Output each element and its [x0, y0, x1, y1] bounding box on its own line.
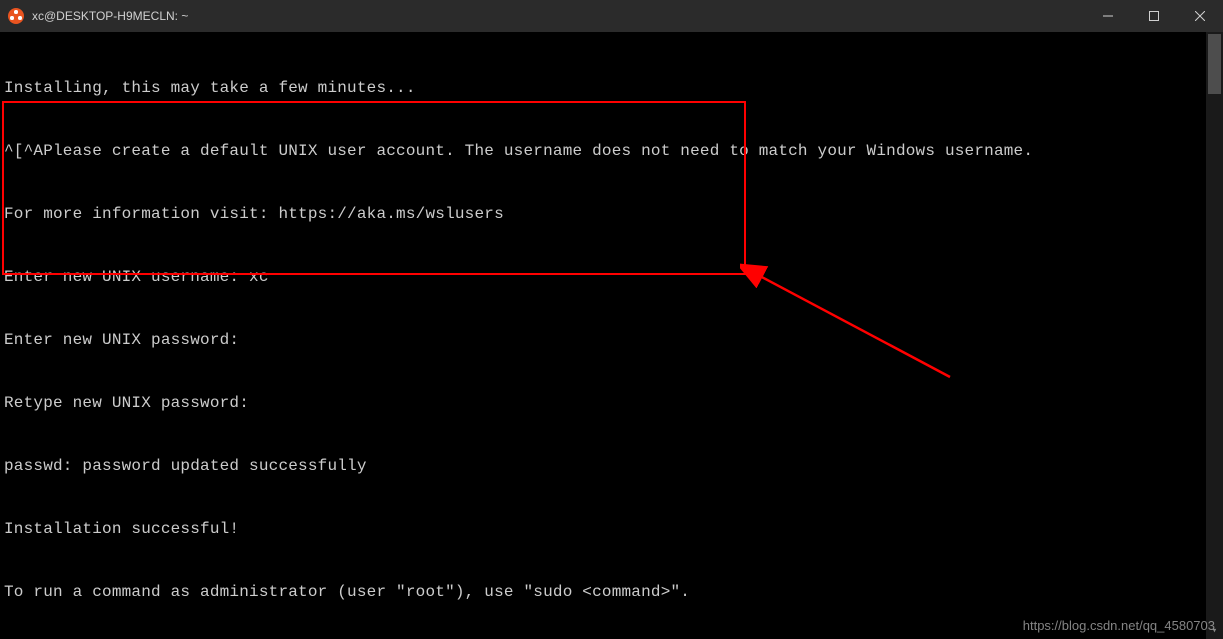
scrollbar-vertical[interactable]: ▾ — [1206, 32, 1223, 639]
window-controls — [1085, 0, 1223, 32]
watermark-text: https://blog.csdn.net/qq_4580703 — [1023, 618, 1215, 633]
terminal-line: ^[^APlease create a default UNIX user ac… — [4, 141, 1206, 162]
terminal-line: Enter new UNIX password: — [4, 330, 1206, 351]
minimize-icon — [1103, 11, 1113, 21]
titlebar[interactable]: xc@DESKTOP-H9MECLN: ~ — [0, 0, 1223, 32]
terminal-line: For more information visit: https://aka.… — [4, 204, 1206, 225]
titlebar-left: xc@DESKTOP-H9MECLN: ~ — [8, 8, 188, 24]
ubuntu-icon — [8, 8, 24, 24]
maximize-button[interactable] — [1131, 0, 1177, 32]
terminal-window: xc@DESKTOP-H9MECLN: ~ Installing, this m… — [0, 0, 1223, 639]
terminal-line: Installation successful! — [4, 519, 1206, 540]
terminal-line: Enter new UNIX username: xc — [4, 267, 1206, 288]
close-icon — [1195, 11, 1205, 21]
terminal-content[interactable]: Installing, this may take a few minutes.… — [0, 32, 1206, 639]
terminal-line: passwd: password updated successfully — [4, 456, 1206, 477]
terminal-line: Retype new UNIX password: — [4, 393, 1206, 414]
window-title: xc@DESKTOP-H9MECLN: ~ — [32, 9, 188, 23]
close-button[interactable] — [1177, 0, 1223, 32]
scrollbar-thumb[interactable] — [1208, 34, 1221, 94]
terminal-line: Installing, this may take a few minutes.… — [4, 78, 1206, 99]
terminal-line: To run a command as administrator (user … — [4, 582, 1206, 603]
terminal-area[interactable]: Installing, this may take a few minutes.… — [0, 32, 1223, 639]
maximize-icon — [1149, 11, 1159, 21]
minimize-button[interactable] — [1085, 0, 1131, 32]
